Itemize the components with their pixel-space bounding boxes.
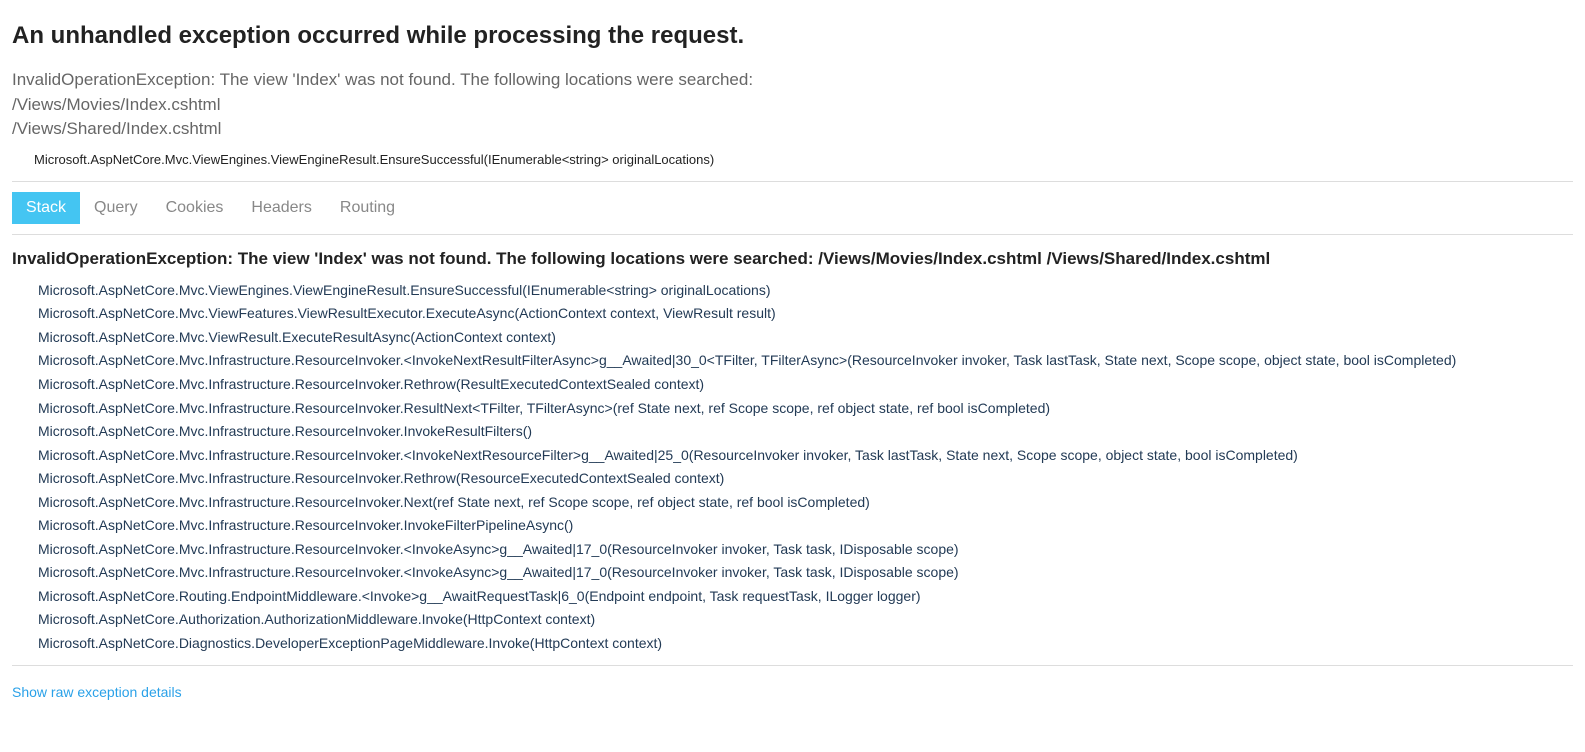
show-raw-exception-link[interactable]: Show raw exception details xyxy=(12,684,182,700)
stack-frame[interactable]: Microsoft.AspNetCore.Mvc.Infrastructure.… xyxy=(38,349,1573,373)
divider xyxy=(12,234,1573,235)
stack-exception-heading: InvalidOperationException: The view 'Ind… xyxy=(12,249,1573,269)
top-stack-frame: Microsoft.AspNetCore.Mvc.ViewEngines.Vie… xyxy=(34,152,1573,167)
stack-frame[interactable]: Microsoft.AspNetCore.Diagnostics.Develop… xyxy=(38,632,1573,656)
tab-stack[interactable]: Stack xyxy=(12,192,80,224)
tab-query[interactable]: Query xyxy=(80,192,152,224)
tab-headers[interactable]: Headers xyxy=(237,192,325,224)
stack-frame[interactable]: Microsoft.AspNetCore.Mvc.Infrastructure.… xyxy=(38,444,1573,468)
stack-frame[interactable]: Microsoft.AspNetCore.Authorization.Autho… xyxy=(38,608,1573,632)
stack-frame-list: Microsoft.AspNetCore.Mvc.ViewEngines.Vie… xyxy=(12,279,1573,655)
exception-summary: InvalidOperationException: The view 'Ind… xyxy=(12,68,1573,142)
stack-frame[interactable]: Microsoft.AspNetCore.Mvc.Infrastructure.… xyxy=(38,397,1573,421)
stack-frame[interactable]: Microsoft.AspNetCore.Mvc.Infrastructure.… xyxy=(38,491,1573,515)
stack-frame[interactable]: Microsoft.AspNetCore.Mvc.Infrastructure.… xyxy=(38,538,1573,562)
tab-bar: Stack Query Cookies Headers Routing xyxy=(12,192,1573,224)
stack-frame[interactable]: Microsoft.AspNetCore.Mvc.ViewFeatures.Vi… xyxy=(38,302,1573,326)
stack-frame[interactable]: Microsoft.AspNetCore.Routing.EndpointMid… xyxy=(38,585,1573,609)
stack-frame[interactable]: Microsoft.AspNetCore.Mvc.Infrastructure.… xyxy=(38,561,1573,585)
stack-frame[interactable]: Microsoft.AspNetCore.Mvc.ViewResult.Exec… xyxy=(38,326,1573,350)
stack-frame[interactable]: Microsoft.AspNetCore.Mvc.Infrastructure.… xyxy=(38,467,1573,491)
page-title: An unhandled exception occurred while pr… xyxy=(12,22,1573,50)
tab-cookies[interactable]: Cookies xyxy=(152,192,238,224)
tab-routing[interactable]: Routing xyxy=(326,192,409,224)
stack-frame[interactable]: Microsoft.AspNetCore.Mvc.Infrastructure.… xyxy=(38,420,1573,444)
stack-frame[interactable]: Microsoft.AspNetCore.Mvc.Infrastructure.… xyxy=(38,514,1573,538)
divider xyxy=(12,665,1573,666)
divider xyxy=(12,181,1573,182)
stack-frame[interactable]: Microsoft.AspNetCore.Mvc.Infrastructure.… xyxy=(38,373,1573,397)
stack-frame[interactable]: Microsoft.AspNetCore.Mvc.ViewEngines.Vie… xyxy=(38,279,1573,303)
